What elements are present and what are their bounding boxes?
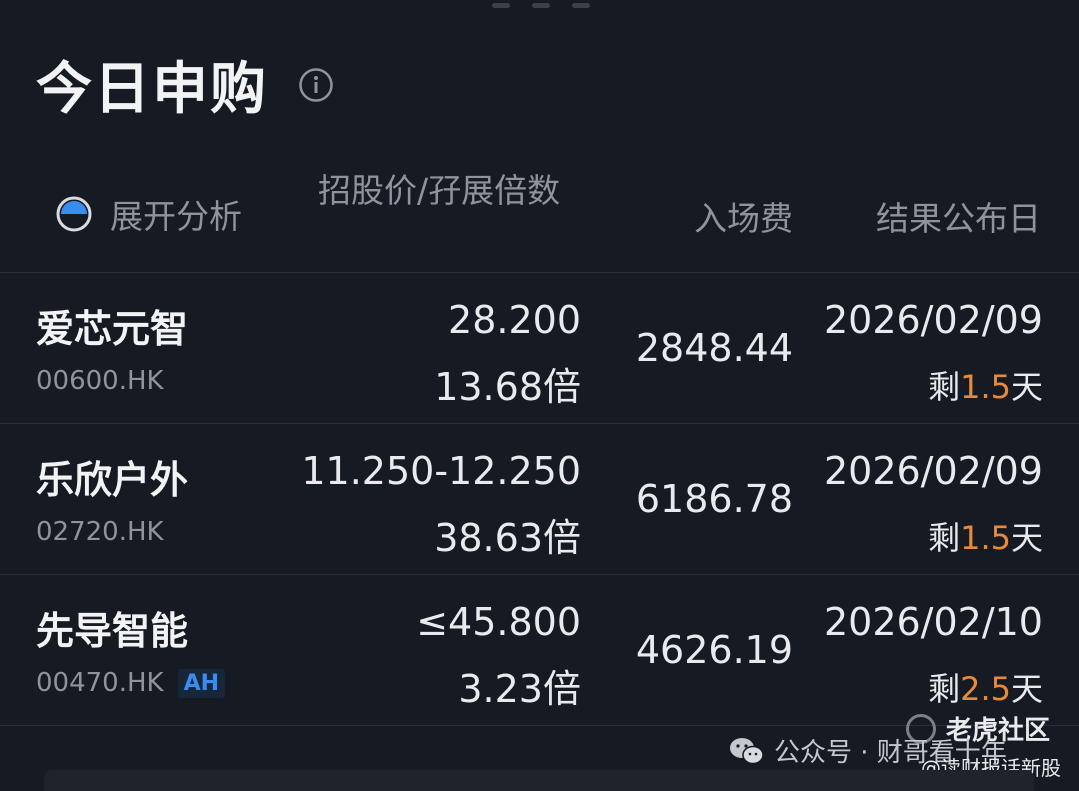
stock-name: 乐欣户外 — [36, 458, 189, 502]
remain-number: 1.5 — [960, 368, 1011, 406]
stock-code-text: 00470.HK — [36, 668, 164, 698]
remain-suffix: 天 — [1010, 519, 1043, 557]
ipo-row[interactable]: 先导智能 00470.HK AH ≤45.800 3.23倍 4626.19 20… — [0, 574, 1079, 724]
column-header-price: 招股价/孖展倍数 — [318, 171, 561, 210]
days-remaining: 剩1.5天 — [928, 513, 1043, 559]
entry-fee: 2848.44 — [635, 326, 793, 370]
wechat-icon — [730, 737, 764, 764]
pie-progress-icon — [56, 196, 92, 232]
result-date: 2026/02/09 — [823, 449, 1043, 493]
stock-code: 00600.HK — [36, 366, 164, 396]
expand-analysis-label: 展开分析 — [110, 197, 242, 236]
bottom-panel[interactable] — [44, 770, 1034, 791]
result-date: 2026/02/09 — [823, 298, 1043, 342]
ipo-row[interactable]: 乐欣户外 02720.HK 11.250-12.250 38.63倍 6186.… — [0, 423, 1079, 573]
remain-prefix: 剩 — [928, 519, 961, 557]
remain-suffix: 天 — [1010, 368, 1043, 406]
expand-analysis-button[interactable]: 展开分析 — [54, 190, 242, 238]
ipo-row[interactable]: 爱芯元智 00600.HK 28.200 13.68倍 2848.44 2026… — [0, 272, 1079, 422]
table-header: 展开分析 招股价/孖展倍数 入场费 结果公布日 — [0, 0, 1079, 272]
margin-multiple: 38.63倍 — [434, 516, 581, 560]
offer-price: 11.250-12.250 — [301, 449, 581, 493]
stock-code: 00470.HK AH — [36, 668, 226, 698]
offer-price: 28.200 — [448, 298, 581, 342]
remain-prefix: 剩 — [928, 368, 961, 406]
remain-number: 2.5 — [960, 670, 1011, 708]
days-remaining: 剩2.5天 — [928, 664, 1043, 710]
remain-prefix: 剩 — [928, 670, 961, 708]
entry-fee: 4626.19 — [635, 628, 793, 672]
remain-suffix: 天 — [1010, 670, 1043, 708]
margin-multiple: 3.23倍 — [458, 667, 581, 711]
result-date: 2026/02/10 — [823, 600, 1043, 644]
entry-fee: 6186.78 — [635, 477, 793, 521]
column-header-fee: 入场费 — [694, 199, 793, 238]
stock-name: 爱芯元智 — [36, 307, 189, 351]
stock-code-text: 00600.HK — [36, 366, 164, 396]
margin-multiple: 13.68倍 — [434, 365, 581, 409]
column-header-date: 结果公布日 — [876, 199, 1041, 238]
days-remaining: 剩1.5天 — [928, 362, 1043, 408]
ah-badge: AH — [177, 668, 226, 698]
stock-code-text: 02720.HK — [36, 517, 164, 547]
remain-number: 1.5 — [960, 519, 1011, 557]
offer-price: ≤45.800 — [416, 600, 581, 644]
stock-code: 02720.HK — [36, 517, 164, 547]
stock-name: 先导智能 — [36, 609, 189, 653]
